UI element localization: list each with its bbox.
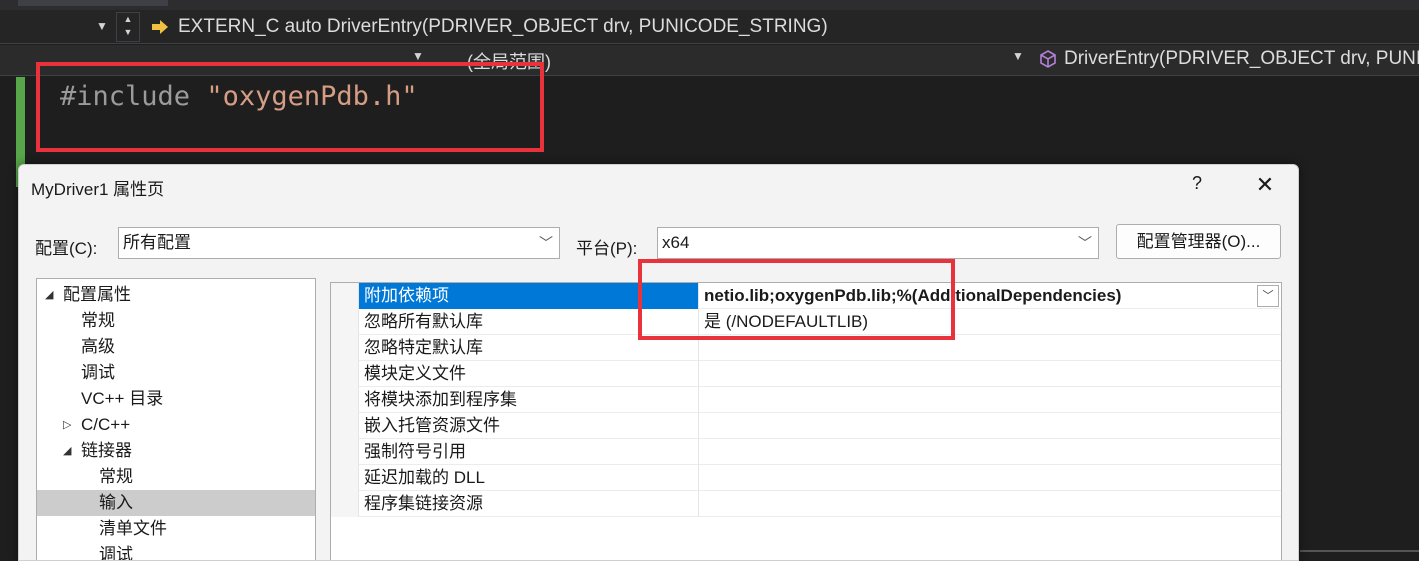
property-value[interactable] — [700, 439, 1256, 465]
tree-item[interactable]: 调试 — [37, 542, 315, 561]
tree-item[interactable]: 常规 — [37, 308, 315, 334]
property-name[interactable]: 强制符号引用 — [359, 439, 699, 465]
document-tab[interactable] — [18, 0, 168, 6]
tree-item-label: C/C++ — [81, 415, 131, 434]
red-highlight-box-code — [36, 62, 544, 152]
help-button[interactable]: ? — [1187, 173, 1207, 194]
tree-item-label: VC++ 目录 — [81, 389, 164, 408]
property-row[interactable]: 嵌入托管资源文件 — [331, 413, 1281, 439]
property-row[interactable]: 强制符号引用 — [331, 439, 1281, 465]
row-header — [331, 439, 359, 465]
tree-item[interactable]: ◢ 配置属性 — [37, 282, 315, 308]
collapse-arrow-icon[interactable]: ◢ — [45, 282, 53, 308]
platform-value: x64 — [662, 233, 690, 252]
chevron-down-icon: ﹀ — [1078, 235, 1092, 251]
config-value: 所有配置 — [123, 233, 191, 252]
property-tree[interactable]: ◢ 配置属性 常规 高级 调试 VC++ 目录 ▷ C/C++ ◢ 链接器 常规 输入 清单文件 调试 — [36, 278, 316, 561]
chevron-down-icon: ﹀ — [539, 235, 553, 251]
tree-item-label: 调试 — [99, 545, 133, 561]
config-select[interactable]: 所有配置 ﹀ — [118, 227, 560, 259]
top-tab-strip — [0, 0, 1419, 10]
chevron-down-icon[interactable]: ▼ — [412, 49, 424, 63]
tree-item-label: 链接器 — [81, 441, 132, 460]
tree-item[interactable]: ◢ 链接器 — [37, 438, 315, 464]
chevron-down-icon[interactable]: ﹀ — [1257, 285, 1279, 307]
tree-item-label: 调试 — [81, 363, 115, 382]
row-header — [331, 283, 359, 309]
platform-select[interactable]: x64 ﹀ — [657, 227, 1099, 259]
tree-item[interactable]: 清单文件 — [37, 516, 315, 542]
row-header — [331, 387, 359, 413]
tree-item-label: 常规 — [99, 467, 133, 486]
config-manager-button[interactable]: 配置管理器(O)... — [1116, 224, 1281, 259]
dialog-title: MyDriver1 属性页 — [31, 180, 165, 199]
function-nav-label: EXTERN_C auto DriverEntry(PDRIVER_OBJECT… — [178, 16, 828, 37]
row-header — [331, 491, 359, 517]
tree-item[interactable]: 高级 — [37, 334, 315, 360]
tree-item[interactable]: 常规 — [37, 464, 315, 490]
row-header — [331, 361, 359, 387]
collapse-arrow-icon[interactable]: ◢ — [63, 438, 71, 464]
function-navigation-bar: ▼ ▲ ▼ EXTERN_C auto DriverEntry(PDRIVER_O… — [0, 10, 1419, 44]
nav-stepper[interactable]: ▲ ▼ — [116, 12, 140, 42]
tree-item-label: 常规 — [81, 311, 115, 330]
editor-scrollbar[interactable] — [1300, 550, 1419, 552]
row-header — [331, 335, 359, 361]
property-row[interactable]: 延迟加载的 DLL — [331, 465, 1281, 491]
config-label: 配置(C): — [35, 239, 98, 258]
row-header — [331, 309, 359, 335]
function-arrow-icon — [152, 20, 168, 34]
property-value[interactable] — [700, 465, 1256, 491]
member-nav-label: DriverEntry(PDRIVER_OBJECT drv, PUNICO — [1064, 48, 1419, 69]
row-header — [331, 465, 359, 491]
property-value[interactable] — [700, 387, 1256, 413]
tree-item-label: 高级 — [81, 337, 115, 356]
property-name[interactable]: 将模块添加到程序集 — [359, 387, 699, 413]
close-icon[interactable]: ✕ — [1251, 171, 1279, 199]
red-highlight-box-values — [638, 259, 955, 340]
platform-label: 平台(P): — [576, 239, 638, 258]
property-row[interactable]: 程序集链接资源 — [331, 491, 1281, 517]
property-name[interactable]: 嵌入托管资源文件 — [359, 413, 699, 439]
function-nav-dropdown[interactable]: EXTERN_C auto DriverEntry(PDRIVER_OBJECT… — [150, 14, 828, 40]
property-value[interactable] — [700, 361, 1256, 387]
expand-arrow-icon[interactable]: ▷ — [63, 412, 71, 438]
property-row[interactable]: 模块定义文件 — [331, 361, 1281, 387]
property-value[interactable] — [700, 413, 1256, 439]
chevron-down-icon[interactable]: ▼ — [1012, 49, 1024, 63]
tree-item[interactable]: 输入 — [37, 490, 315, 516]
tree-item-label: 清单文件 — [99, 519, 167, 538]
tree-item[interactable]: VC++ 目录 — [37, 386, 315, 412]
method-cube-icon — [1040, 50, 1056, 68]
property-pages-dialog: MyDriver1 属性页 ? ✕ 配置(C): 所有配置 ﹀ 平台(P): x… — [18, 164, 1299, 561]
tree-item[interactable]: ▷ C/C++ — [37, 412, 315, 438]
property-name[interactable]: 程序集链接资源 — [359, 491, 699, 517]
property-row[interactable]: 将模块添加到程序集 — [331, 387, 1281, 413]
tree-item[interactable]: 调试 — [37, 360, 315, 386]
chevron-down-icon[interactable]: ▼ — [92, 14, 112, 38]
property-name[interactable]: 延迟加载的 DLL — [359, 465, 699, 491]
member-nav-dropdown[interactable]: DriverEntry(PDRIVER_OBJECT drv, PUNICO — [1038, 48, 1419, 70]
property-value[interactable] — [700, 491, 1256, 517]
tree-item-label: 配置属性 — [63, 285, 131, 304]
property-name[interactable]: 模块定义文件 — [359, 361, 699, 387]
row-header — [331, 413, 359, 439]
tree-item-label: 输入 — [99, 493, 133, 512]
